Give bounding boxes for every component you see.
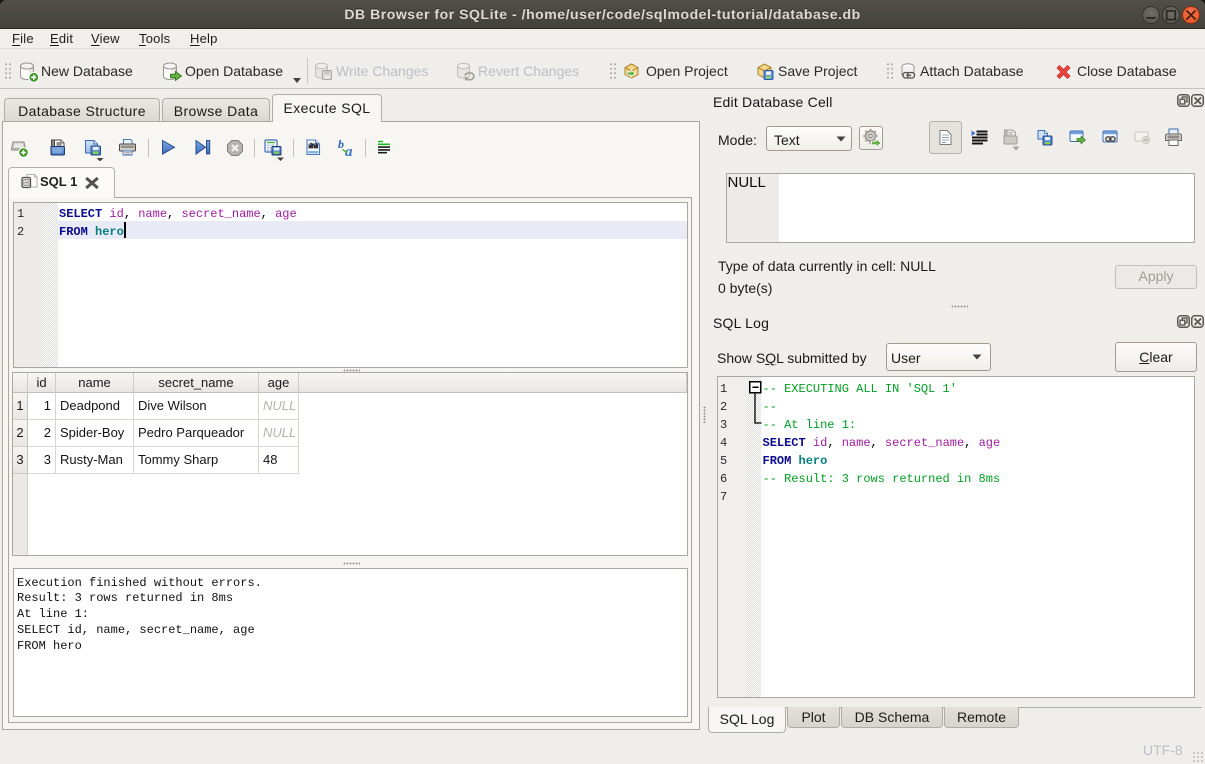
svg-text:b: b [338,137,344,151]
